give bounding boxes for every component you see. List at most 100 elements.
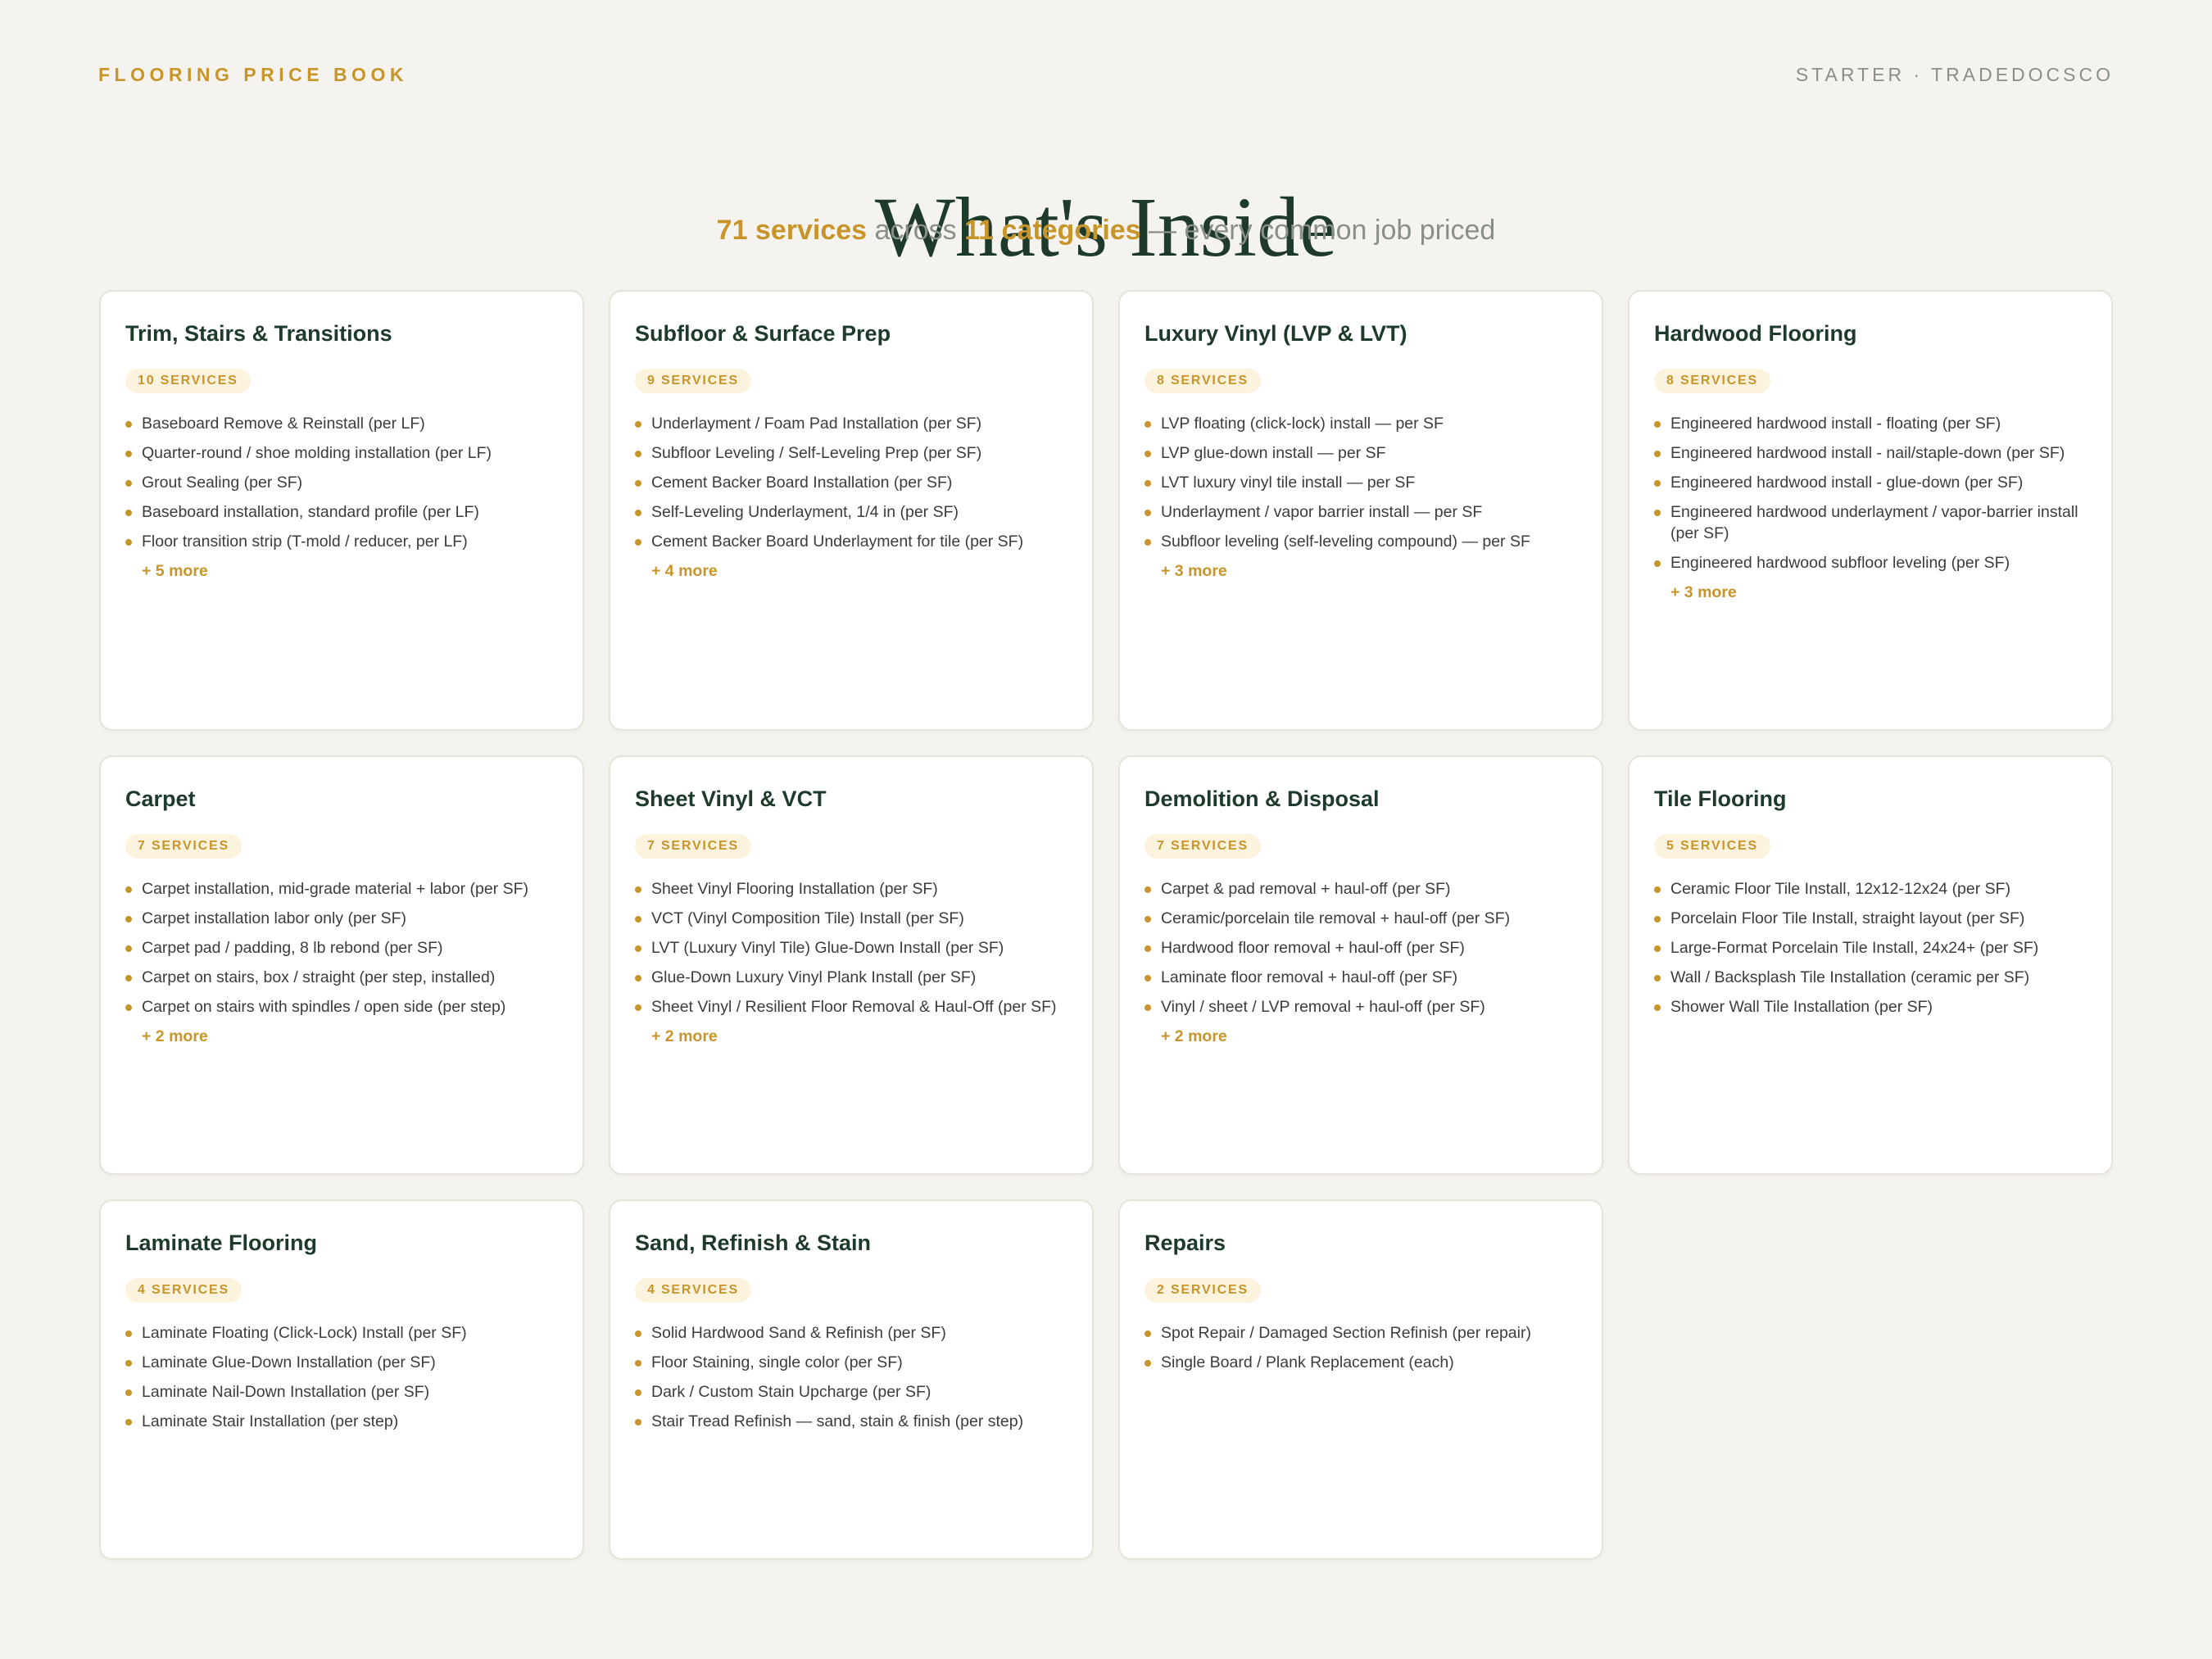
more-services-link: + 5 more — [142, 562, 208, 580]
service-list: Sheet Vinyl Flooring Installation (per S… — [635, 878, 1069, 1047]
service-count-badge: 7 SERVICES — [1145, 834, 1261, 859]
category-title: Carpet — [125, 786, 196, 811]
service-item: LVT (Luxury Vinyl Tile) Glue-Down Instal… — [635, 937, 1069, 959]
service-item: Single Board / Plank Replacement (each) — [1145, 1352, 1579, 1373]
category-title: Hardwood Flooring — [1654, 321, 1857, 346]
category-card: Sand, Refinish & Stain 4 SERVICES Solid Ha… — [609, 1199, 1094, 1560]
service-item: LVP floating (click-lock) install — per … — [1145, 413, 1579, 434]
service-count-badge: 4 SERVICES — [125, 1278, 242, 1303]
category-title: Laminate Flooring — [125, 1231, 318, 1255]
service-item: Dark / Custom Stain Upcharge (per SF) — [635, 1381, 1069, 1403]
service-item: Vinyl / sheet / LVP removal + haul-off (… — [1145, 996, 1579, 1018]
page-subtitle: 71 services across 11 categories — every… — [0, 215, 2212, 247]
category-card: Demolition & Disposal 7 SERVICES Carpet & … — [1118, 755, 1603, 1175]
service-item: Carpet installation labor only (per SF) — [125, 908, 560, 929]
service-count-badge: 7 SERVICES — [635, 834, 751, 859]
service-item: Cement Backer Board Underlayment for til… — [635, 531, 1069, 552]
service-item: Hardwood floor removal + haul-off (per S… — [1145, 937, 1579, 959]
service-list: Baseboard Remove & Reinstall (per LF) Qua… — [125, 413, 560, 582]
service-item: Sheet Vinyl Flooring Installation (per S… — [635, 878, 1069, 900]
service-list: Engineered hardwood install - floating (… — [1654, 413, 2088, 603]
service-item: VCT (Vinyl Composition Tile) Install (pe… — [635, 908, 1069, 929]
service-count-badge: 8 SERVICES — [1145, 369, 1261, 393]
category-card: Trim, Stairs & Transitions 10 SERVICES Bas… — [99, 290, 584, 731]
service-item: Cement Backer Board Installation (per SF… — [635, 472, 1069, 493]
service-count-badge: 5 SERVICES — [1654, 834, 1770, 859]
service-list: Carpet installation, mid-grade material … — [125, 878, 560, 1047]
service-item: Floor transition strip (T-mold / reducer… — [125, 531, 560, 552]
categories-count: 11 categories — [964, 215, 1141, 246]
service-item: Underlayment / vapor barrier install — p… — [1145, 501, 1579, 523]
service-item: Carpet on stairs with spindles / open si… — [125, 996, 560, 1018]
service-item: Self-Leveling Underlayment, 1/4 in (per … — [635, 501, 1069, 523]
service-item: Engineered hardwood subfloor leveling (p… — [1654, 552, 2088, 573]
service-list: Underlayment / Foam Pad Installation (pe… — [635, 413, 1069, 582]
category-title: Sheet Vinyl & VCT — [635, 786, 827, 811]
category-title: Demolition & Disposal — [1145, 786, 1380, 811]
service-item: Sheet Vinyl / Resilient Floor Removal & … — [635, 996, 1069, 1018]
service-item: Laminate Glue-Down Installation (per SF) — [125, 1352, 560, 1373]
service-item: LVT luxury vinyl tile install — per SF — [1145, 472, 1579, 493]
category-card: Luxury Vinyl (LVP & LVT) 8 SERVICES LVP fl… — [1118, 290, 1603, 731]
category-card: Sheet Vinyl & VCT 7 SERVICES Sheet Vinyl F… — [609, 755, 1094, 1175]
service-count-badge: 7 SERVICES — [125, 834, 242, 859]
service-item: Floor Staining, single color (per SF) — [635, 1352, 1069, 1373]
category-card: Subfloor & Surface Prep 9 SERVICES Underla… — [609, 290, 1094, 731]
service-item: Carpet installation, mid-grade material … — [125, 878, 560, 900]
category-title: Trim, Stairs & Transitions — [125, 321, 392, 346]
subtitle-tail: — every common job priced — [1140, 215, 1496, 246]
service-item: Ceramic/porcelain tile removal + haul-of… — [1145, 908, 1579, 929]
service-item: Carpet on stairs, box / straight (per st… — [125, 967, 560, 988]
service-item: LVP glue-down install — per SF — [1145, 442, 1579, 464]
category-title: Repairs — [1145, 1231, 1226, 1255]
service-item: Glue-Down Luxury Vinyl Plank Install (pe… — [635, 967, 1069, 988]
service-item: Baseboard Remove & Reinstall (per LF) — [125, 413, 560, 434]
service-item: Engineered hardwood install - floating (… — [1654, 413, 2088, 434]
more-services-link: + 2 more — [1161, 1027, 1227, 1045]
more-services-link: + 2 more — [651, 1027, 718, 1045]
service-item: Laminate Nail-Down Installation (per SF) — [125, 1381, 560, 1403]
category-title: Sand, Refinish & Stain — [635, 1231, 872, 1255]
more-services-link: + 3 more — [1161, 562, 1227, 580]
category-card: Carpet 7 SERVICES Carpet installation, mid… — [99, 755, 584, 1175]
service-list: Laminate Floating (Click-Lock) Install (… — [125, 1322, 560, 1440]
service-item: Stair Tread Refinish — sand, stain & fin… — [635, 1411, 1069, 1432]
services-count: 71 services — [716, 215, 868, 246]
category-title: Luxury Vinyl (LVP & LVT) — [1145, 321, 1407, 346]
document-eyebrow: FLOORING PRICE BOOK — [98, 64, 408, 85]
category-card: Repairs 2 SERVICES Spot Repair / Damaged S… — [1118, 1199, 1603, 1560]
category-title: Tile Flooring — [1654, 786, 1787, 811]
category-title: Subfloor & Surface Prep — [635, 321, 891, 346]
service-item: Wall / Backsplash Tile Installation (cer… — [1654, 967, 2088, 988]
service-item: Laminate Stair Installation (per step) — [125, 1411, 560, 1432]
service-item: Solid Hardwood Sand & Refinish (per SF) — [635, 1322, 1069, 1344]
service-list: Solid Hardwood Sand & Refinish (per SF) F… — [635, 1322, 1069, 1440]
service-item: Laminate floor removal + haul-off (per S… — [1145, 967, 1579, 988]
category-card: Laminate Flooring 4 SERVICES Laminate Floa… — [99, 1199, 584, 1560]
subtitle-across: across — [867, 215, 965, 246]
service-list: Spot Repair / Damaged Section Refinish (… — [1145, 1322, 1579, 1381]
service-item: Subfloor Leveling / Self-Leveling Prep (… — [635, 442, 1069, 464]
service-item: Underlayment / Foam Pad Installation (pe… — [635, 413, 1069, 434]
service-count-badge: 10 SERVICES — [125, 369, 251, 393]
service-list: Carpet & pad removal + haul-off (per SF)… — [1145, 878, 1579, 1047]
service-count-badge: 4 SERVICES — [635, 1278, 751, 1303]
service-item: Engineered hardwood install - glue-down … — [1654, 472, 2088, 493]
service-list: Ceramic Floor Tile Install, 12x12-12x24 … — [1654, 878, 2088, 1026]
service-item: Quarter-round / shoe molding installatio… — [125, 442, 560, 464]
service-item: Subfloor leveling (self-leveling compoun… — [1145, 531, 1579, 552]
service-item: Ceramic Floor Tile Install, 12x12-12x24 … — [1654, 878, 2088, 900]
service-item: Grout Sealing (per SF) — [125, 472, 560, 493]
service-count-badge: 9 SERVICES — [635, 369, 751, 393]
more-services-link: + 3 more — [1670, 583, 1737, 601]
more-services-link: + 2 more — [142, 1027, 208, 1045]
service-item: Carpet pad / padding, 8 lb rebond (per S… — [125, 937, 560, 959]
service-item: Baseboard installation, standard profile… — [125, 501, 560, 523]
service-item: Shower Wall Tile Installation (per SF) — [1654, 996, 2088, 1018]
service-item: Laminate Floating (Click-Lock) Install (… — [125, 1322, 560, 1344]
service-count-badge: 8 SERVICES — [1654, 369, 1770, 393]
service-item: Spot Repair / Damaged Section Refinish (… — [1145, 1322, 1579, 1344]
brand-label: STARTER · TRADEDOCSCO — [1795, 64, 2114, 85]
service-item: Carpet & pad removal + haul-off (per SF) — [1145, 878, 1579, 900]
service-count-badge: 2 SERVICES — [1145, 1278, 1261, 1303]
